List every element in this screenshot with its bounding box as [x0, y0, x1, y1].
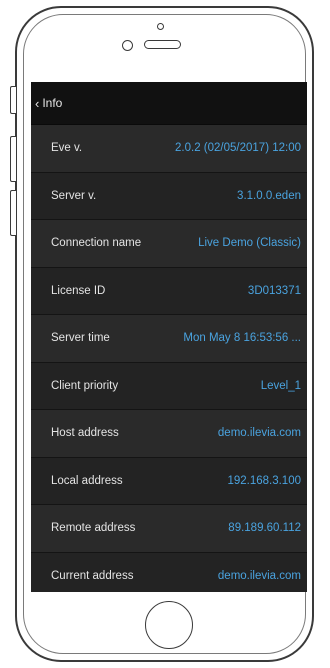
row-label: Client priority: [51, 379, 119, 392]
front-camera-icon: [122, 40, 133, 51]
row-value: Level_1: [260, 379, 301, 392]
row-value: 3.1.0.0.eden: [237, 189, 301, 202]
list-item[interactable]: Host address demo.ilevia.com: [31, 410, 307, 458]
volume-up-button: [10, 136, 16, 182]
list-item[interactable]: Current address demo.ilevia.com: [31, 552, 307, 592]
info-list: Eve v. 2.0.2 (02/05/2017) 12:00 Server v…: [31, 125, 307, 592]
proximity-sensor: [157, 23, 164, 30]
list-item[interactable]: License ID 3D013371: [31, 267, 307, 315]
row-label: Eve v.: [51, 142, 83, 155]
volume-down-button: [10, 190, 16, 236]
back-button[interactable]: ‹ Info: [31, 96, 62, 111]
row-label: Host address: [51, 427, 119, 440]
list-item[interactable]: Connection name Live Demo (Classic): [31, 220, 307, 268]
row-value: demo.ilevia.com: [217, 427, 301, 440]
app-screen: ‹ Info Eve v. 2.0.2 (02/05/2017) 12:00 S…: [31, 82, 307, 592]
row-label: Remote address: [51, 522, 136, 535]
row-label: Server v.: [51, 189, 97, 202]
mute-switch: [10, 86, 16, 114]
row-value: 3D013371: [247, 284, 301, 297]
list-item[interactable]: Server time Mon May 8 16:53:56 ...: [31, 315, 307, 363]
row-value: 192.168.3.100: [227, 474, 301, 487]
home-button[interactable]: [145, 601, 193, 649]
list-item[interactable]: Server v. 3.1.0.0.eden: [31, 172, 307, 220]
row-label: License ID: [51, 284, 106, 297]
back-label: Info: [42, 96, 63, 110]
row-label: Server time: [51, 332, 110, 345]
row-value: Live Demo (Classic): [198, 237, 301, 250]
row-value: 89.189.60.112: [228, 522, 301, 535]
earpiece-speaker: [144, 40, 181, 49]
row-label: Current address: [51, 569, 134, 582]
row-value: Mon May 8 16:53:56 ...: [183, 332, 301, 345]
list-item[interactable]: Client priority Level_1: [31, 362, 307, 410]
row-value: 2.0.2 (02/05/2017) 12:00: [175, 142, 301, 155]
navigation-bar: ‹ Info: [31, 82, 307, 125]
row-label: Connection name: [51, 237, 142, 250]
list-item[interactable]: Eve v. 2.0.2 (02/05/2017) 12:00: [31, 125, 307, 173]
list-item[interactable]: Remote address 89.189.60.112: [31, 505, 307, 553]
row-label: Local address: [51, 474, 123, 487]
row-value: demo.ilevia.com: [217, 569, 301, 582]
chevron-left-icon: ‹: [35, 95, 40, 111]
list-item[interactable]: Local address 192.168.3.100: [31, 457, 307, 505]
